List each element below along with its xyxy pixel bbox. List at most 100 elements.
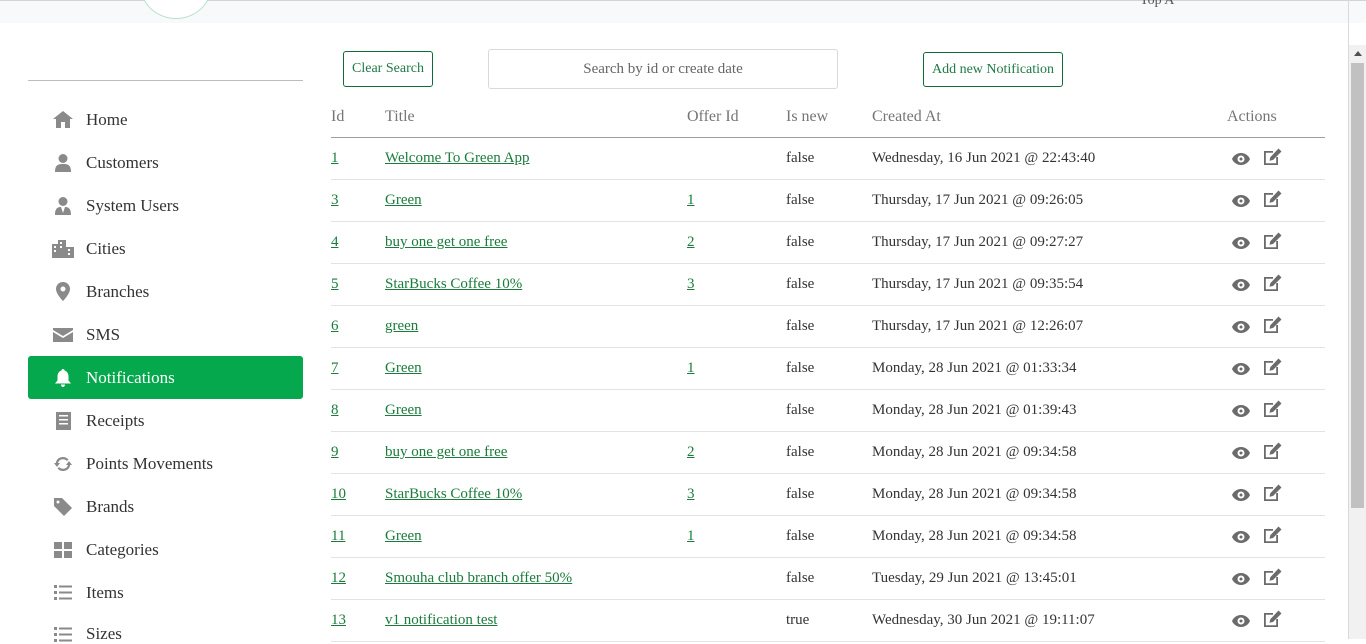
- id-link[interactable]: 4: [331, 234, 339, 250]
- cell-created-at: Monday, 28 Jun 2021 @ 09:34:58: [872, 515, 1227, 558]
- id-link[interactable]: 8: [331, 402, 339, 418]
- offer-id-link[interactable]: 1: [687, 192, 695, 208]
- offer-id-link[interactable]: 2: [687, 234, 695, 250]
- cell-id: 1: [331, 137, 385, 180]
- id-link[interactable]: 10: [331, 486, 346, 502]
- sidebar-item-customers[interactable]: Customers: [28, 141, 303, 184]
- sidebar-item-brands[interactable]: Brands: [28, 485, 303, 528]
- table-row: 4 buy one get one free 2 false Thursday, 17 …: [331, 221, 1325, 264]
- id-link[interactable]: 6: [331, 318, 339, 334]
- column-header-title[interactable]: Title: [385, 97, 687, 138]
- sidebar-item-receipts[interactable]: Receipts: [28, 399, 303, 442]
- eye-icon[interactable]: [1230, 444, 1252, 462]
- bell-icon: [52, 368, 74, 388]
- id-link[interactable]: 11: [331, 528, 345, 544]
- edit-icon[interactable]: [1262, 567, 1284, 585]
- cell-offer-id: [687, 137, 786, 180]
- edit-icon[interactable]: [1262, 189, 1284, 207]
- id-link[interactable]: 13: [331, 612, 346, 628]
- eye-icon[interactable]: [1230, 234, 1252, 252]
- offer-id-link[interactable]: 1: [687, 528, 695, 544]
- sidebar-item-label: Sizes: [86, 624, 122, 643]
- sidebar-item-sizes[interactable]: Sizes: [28, 614, 303, 644]
- title-link[interactable]: buy one get one free: [385, 234, 507, 250]
- list-icon: [52, 583, 74, 603]
- column-header-is-new[interactable]: Is new: [786, 97, 872, 138]
- id-link[interactable]: 7: [331, 360, 339, 376]
- id-link[interactable]: 3: [331, 192, 339, 208]
- cell-is-new: false: [786, 179, 872, 222]
- cell-offer-id: 1: [687, 515, 786, 558]
- eye-icon[interactable]: [1230, 192, 1252, 210]
- title-link[interactable]: Green: [385, 192, 422, 208]
- column-header-id[interactable]: Id: [331, 97, 385, 138]
- sidebar-item-points-movements[interactable]: Points Movements: [28, 442, 303, 485]
- edit-icon[interactable]: [1262, 231, 1284, 249]
- column-header-created-at[interactable]: Created At: [872, 97, 1227, 138]
- id-link[interactable]: 5: [331, 276, 339, 292]
- sidebar-item-system-users[interactable]: System Users: [28, 184, 303, 227]
- notifications-table: Id Title Offer Id Is new Created At Acti…: [331, 97, 1325, 642]
- offer-id-link[interactable]: 3: [687, 486, 695, 502]
- table-row: 12 Smouha club branch offer 50% false Tuesd…: [331, 557, 1325, 600]
- title-link[interactable]: v1 notification test: [385, 612, 497, 628]
- sidebar-item-branches[interactable]: Branches: [28, 270, 303, 313]
- eye-icon[interactable]: [1230, 318, 1252, 336]
- sidebar-item-home[interactable]: Home: [28, 98, 303, 141]
- offer-id-link[interactable]: 2: [687, 444, 695, 460]
- sidebar-item-sms[interactable]: SMS: [28, 313, 303, 356]
- edit-icon[interactable]: [1262, 525, 1284, 543]
- user-tie-icon: [52, 196, 74, 216]
- edit-icon[interactable]: [1262, 357, 1284, 375]
- scrollbar-thumb[interactable]: [1351, 63, 1364, 508]
- title-link[interactable]: Welcome To Green App: [385, 150, 530, 166]
- sidebar-item-categories[interactable]: Categories: [28, 528, 303, 571]
- edit-icon[interactable]: [1262, 399, 1284, 417]
- edit-icon[interactable]: [1262, 315, 1284, 333]
- title-link[interactable]: Smouha club branch offer 50%: [385, 570, 572, 586]
- clear-search-button[interactable]: Clear Search: [343, 51, 433, 87]
- scroll-up-arrow[interactable]: [1349, 45, 1366, 62]
- edit-icon[interactable]: [1262, 147, 1284, 165]
- eye-icon[interactable]: [1230, 402, 1252, 420]
- title-link[interactable]: StarBucks Coffee 10%: [385, 486, 522, 502]
- title-link[interactable]: green: [385, 318, 418, 334]
- edit-icon[interactable]: [1262, 609, 1284, 627]
- cell-title: StarBucks Coffee 10%: [385, 473, 687, 516]
- cell-is-new: false: [786, 221, 872, 264]
- title-link[interactable]: Green: [385, 360, 422, 376]
- offer-id-link[interactable]: 3: [687, 276, 695, 292]
- id-link[interactable]: 12: [331, 570, 346, 586]
- eye-icon[interactable]: [1230, 612, 1252, 630]
- offer-id-link[interactable]: 1: [687, 360, 695, 376]
- cell-actions: [1227, 305, 1325, 348]
- eye-icon[interactable]: [1230, 570, 1252, 588]
- sidebar: Home Customers System Users Cities Branches S…: [28, 80, 303, 644]
- cell-actions: [1227, 263, 1325, 306]
- title-link[interactable]: StarBucks Coffee 10%: [385, 276, 522, 292]
- cell-is-new: false: [786, 347, 872, 390]
- id-link[interactable]: 1: [331, 150, 339, 166]
- title-link[interactable]: Green: [385, 528, 422, 544]
- edit-icon[interactable]: [1262, 441, 1284, 459]
- sidebar-item-cities[interactable]: Cities: [28, 227, 303, 270]
- user-menu[interactable]: Top A: [1140, 0, 1174, 9]
- sidebar-item-notifications[interactable]: Notifications: [28, 356, 303, 399]
- sidebar-item-items[interactable]: Items: [28, 571, 303, 614]
- edit-icon[interactable]: [1262, 483, 1284, 501]
- title-link[interactable]: Green: [385, 402, 422, 418]
- sidebar-item-label: SMS: [86, 324, 121, 344]
- eye-icon[interactable]: [1230, 276, 1252, 294]
- search-input[interactable]: [488, 49, 838, 89]
- cell-created-at: Wednesday, 16 Jun 2021 @ 22:43:40: [872, 137, 1227, 180]
- eye-icon[interactable]: [1230, 486, 1252, 504]
- eye-icon[interactable]: [1230, 150, 1252, 168]
- eye-icon[interactable]: [1230, 528, 1252, 546]
- eye-icon[interactable]: [1230, 360, 1252, 378]
- logo[interactable]: [140, 0, 212, 19]
- column-header-offer-id[interactable]: Offer Id: [687, 97, 786, 138]
- title-link[interactable]: buy one get one free: [385, 444, 507, 460]
- id-link[interactable]: 9: [331, 444, 339, 460]
- add-notification-button[interactable]: Add new Notification: [923, 52, 1063, 87]
- edit-icon[interactable]: [1262, 273, 1284, 291]
